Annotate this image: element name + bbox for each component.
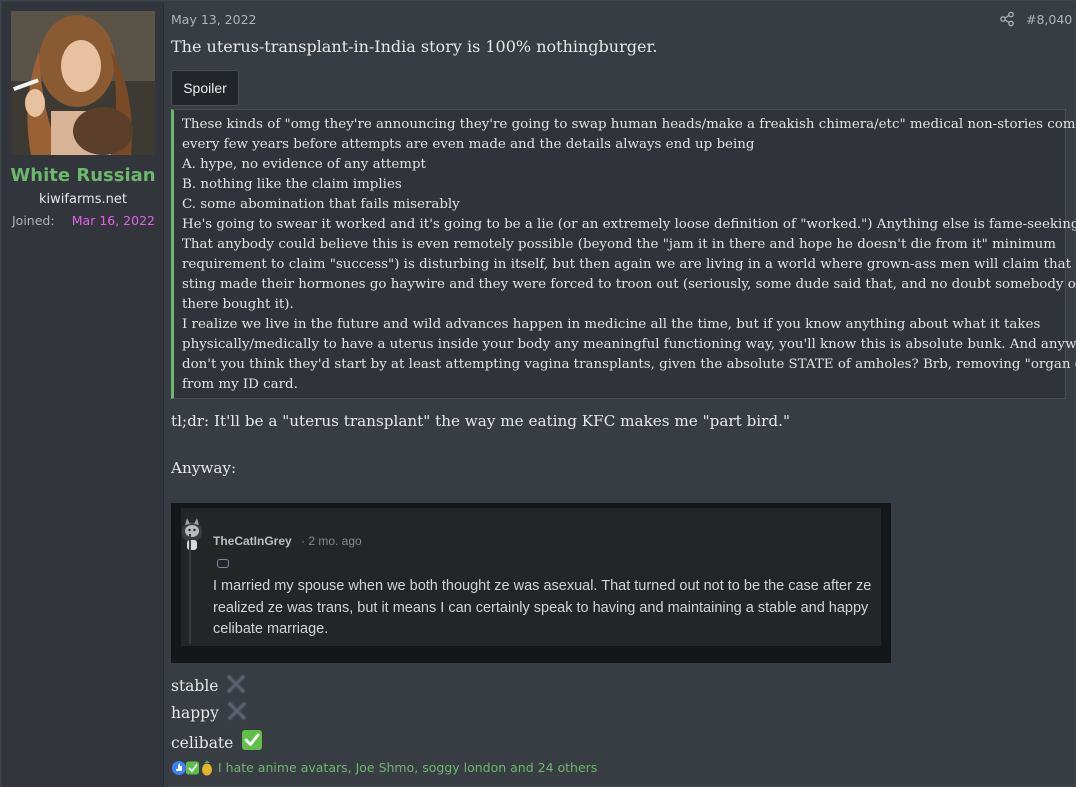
pineapple-icon [202, 763, 212, 776]
post-container: White Russian kiwifarms.net Joined: Mar … [0, 0, 1076, 787]
spoiler-line: These kinds of "omg they're announcing t… [182, 117, 1076, 132]
comment-text: I married my spouse when we both thought… [213, 578, 872, 637]
spoiler-line: B. nothing like the claim implies [182, 177, 402, 192]
comment-time: · 2 mo. ago [301, 534, 362, 548]
tldr-text: tl;dr: It'll be a "uterus transplant" th… [171, 412, 790, 430]
spoiler-line: requirement to claim "success") is distu… [182, 257, 1076, 272]
username[interactable]: White Russian [2, 165, 164, 186]
spoiler-line: physically/medically to have a uterus in… [182, 337, 1076, 352]
reactions-list[interactable]: I hate anime avatars, Joe Shmo, soggy lo… [218, 760, 597, 775]
cat-avatar-icon [182, 518, 202, 550]
status-line-celibate: celibate [171, 729, 263, 752]
spoiler-button[interactable]: Spoiler [171, 70, 239, 106]
post-intro: The uterus-transplant-in-India story is … [171, 37, 658, 56]
status-line-stable: stable [171, 674, 246, 695]
spoiler-line: sting made their hormones go haywire and… [182, 277, 1076, 292]
spoiler-line: from my ID card. [182, 377, 298, 392]
cross-mark-icon [227, 701, 247, 721]
reaction-icons [172, 760, 212, 776]
joined-label: Joined: [12, 213, 55, 228]
user-avatar[interactable] [11, 11, 155, 155]
spoiler-line: don't you think they'd start by at least… [182, 357, 1076, 372]
spoiler-line: That anybody could believe this is even … [182, 237, 1056, 252]
joined-date: Mar 16, 2022 [71, 213, 155, 228]
status-line-happy: happy [171, 701, 247, 722]
spoiler-content: These kinds of "omg they're announcing t… [171, 109, 1076, 399]
status-word: stable [171, 677, 219, 695]
spoiler-line: A. hype, no evidence of any attempt [182, 157, 426, 172]
spoiler-line: I realize we live in the future and wild… [182, 317, 1041, 332]
post-date[interactable]: May 13, 2022 [171, 12, 256, 27]
post-number[interactable]: #8,040 [1026, 12, 1072, 27]
share-icon[interactable] [999, 11, 1015, 27]
avatar-image [11, 11, 155, 155]
check-icon [186, 761, 199, 775]
thread-line [189, 534, 191, 644]
status-word: celibate [171, 734, 234, 752]
spoiler-line: C. some abomination that fails miserably [182, 197, 460, 212]
anyway-text: Anyway: [171, 459, 237, 477]
embedded-screenshot[interactable]: TheCatInGrey · 2 mo. ago I married my sp… [171, 503, 891, 663]
comment-card: TheCatInGrey · 2 mo. ago I married my sp… [181, 508, 881, 646]
cross-mark-icon [226, 674, 246, 694]
commenter-name: TheCatInGrey [213, 534, 292, 548]
spoiler-line: He's going to swear it worked and it's g… [182, 217, 1076, 232]
status-word: happy [171, 704, 219, 722]
spoiler-line: every few years before attempts are even… [182, 137, 755, 152]
spoiler-line: there bought it). [182, 297, 294, 312]
user-title: kiwifarms.net [39, 192, 127, 207]
check-mark-icon [242, 730, 263, 750]
user-sidebar: White Russian kiwifarms.net Joined: Mar … [2, 2, 164, 787]
tag-icon [217, 559, 229, 568]
